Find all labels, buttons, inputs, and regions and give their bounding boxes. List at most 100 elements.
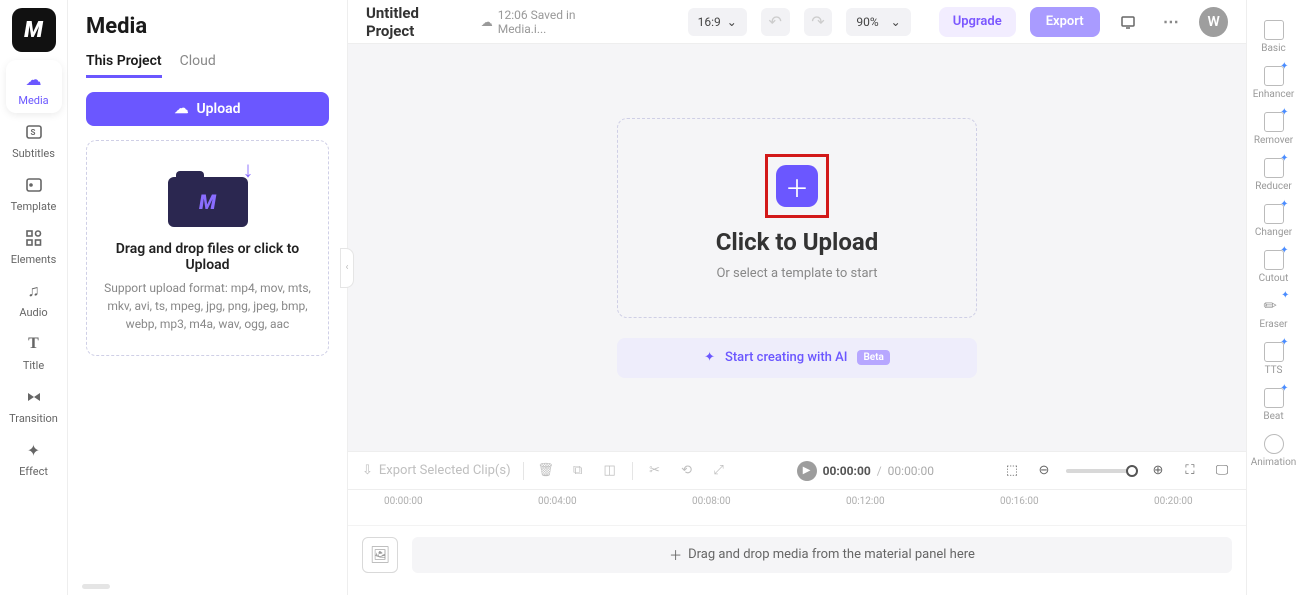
rnav-changer[interactable]: ✦Changer: [1249, 198, 1299, 244]
highlight-box: ＋: [765, 154, 829, 218]
cloud-upload-icon: ☁: [23, 68, 45, 90]
elements-icon: [23, 227, 45, 249]
display-button[interactable]: 🖵: [1212, 461, 1232, 481]
dropzone[interactable]: M↓ Drag and drop files or click to Uploa…: [86, 140, 329, 356]
track-drop-area[interactable]: ＋Drag and drop media from the material p…: [412, 537, 1232, 573]
chevron-down-icon: ⌄: [727, 15, 737, 29]
cloud-upload-icon: ☁: [174, 101, 188, 117]
playback-time: ▶ 00:00:00 / 00:00:00: [797, 461, 934, 481]
timeline-ruler[interactable]: 00:00:00 00:04:00 00:08:00 00:12:00 00:1…: [348, 489, 1246, 525]
zoom-out-button[interactable]: ⊖: [1034, 461, 1054, 481]
rnav-beat[interactable]: ✦Beat: [1249, 382, 1299, 428]
tick: 00:12:00: [846, 496, 885, 507]
nav-effect[interactable]: ✦ Effect: [6, 431, 62, 484]
copy-button[interactable]: ⧉: [568, 461, 588, 481]
aspect-ratio-selector[interactable]: 16:9⌄: [688, 8, 747, 36]
media-tabs: This Project Cloud: [86, 53, 329, 78]
nav-transition[interactable]: Transition: [6, 378, 62, 431]
more-menu[interactable]: ⋯: [1156, 8, 1185, 36]
animation-icon: [1264, 434, 1284, 454]
nav-label: Elements: [11, 253, 57, 266]
audio-icon: ♫: [23, 280, 45, 302]
saved-status: ☁12:06 Saved in Media.i...: [481, 8, 621, 36]
canvas-upload-box[interactable]: ＋ Click to Upload Or select a template t…: [617, 118, 977, 318]
export-clips-button[interactable]: ⇩Export Selected Clip(s): [362, 463, 511, 478]
ai-icon: ✦: [704, 350, 715, 365]
media-panel: Media This Project Cloud ☁ Upload M↓ Dra…: [68, 0, 348, 595]
ai-create-button[interactable]: ✦ Start creating with AI Beta: [617, 338, 977, 378]
upgrade-button[interactable]: Upgrade: [939, 7, 1016, 37]
preview-canvas: ‹ ＋ Click to Upload Or select a template…: [348, 44, 1246, 451]
screen-icon[interactable]: [1114, 8, 1143, 36]
top-toolbar: Untitled Project ☁12:06 Saved in Media.i…: [348, 0, 1246, 44]
zoom-slider[interactable]: [1066, 469, 1136, 473]
panel-heading: Media: [86, 14, 329, 39]
undo-button[interactable]: ↶: [761, 8, 790, 36]
scroll-handle[interactable]: [82, 584, 110, 589]
rnav-cutout[interactable]: ✦Cutout: [1249, 244, 1299, 290]
upload-button[interactable]: ☁ Upload: [86, 92, 329, 126]
tts-icon: ✦: [1264, 342, 1284, 362]
avatar[interactable]: W: [1199, 7, 1228, 37]
svg-text:S: S: [30, 128, 35, 137]
transition-icon: [23, 386, 45, 408]
tick: 00:04:00: [538, 496, 577, 507]
crop-button[interactable]: ◫: [600, 461, 620, 481]
split-button[interactable]: ✂: [645, 461, 665, 481]
tick: 00:16:00: [1000, 496, 1039, 507]
rnav-enhancer[interactable]: ✦Enhancer: [1249, 60, 1299, 106]
folder-icon: M↓: [168, 167, 248, 227]
rnav-reducer[interactable]: ✦Reducer: [1249, 152, 1299, 198]
tool-button[interactable]: ⟲: [677, 461, 697, 481]
nav-media[interactable]: ☁ Media: [6, 60, 62, 113]
chevron-down-icon: ⌄: [891, 15, 901, 29]
drop-title: Drag and drop files or click to Upload: [101, 241, 314, 273]
cloud-icon: ☁: [481, 15, 493, 29]
redo-button[interactable]: ↷: [804, 8, 833, 36]
project-name[interactable]: Untitled Project: [366, 4, 467, 40]
time-current: 00:00:00: [823, 464, 871, 478]
nav-label: Effect: [19, 465, 48, 478]
beat-icon: ✦: [1264, 388, 1284, 408]
rnav-animation[interactable]: Animation: [1249, 428, 1299, 474]
track-thumbnail[interactable]: 🖼: [362, 537, 398, 573]
marker-button[interactable]: ⬚: [1002, 461, 1022, 481]
drop-desc: Support upload format: mp4, mov, mts, mk…: [101, 279, 314, 333]
cutout-icon: ✦: [1264, 250, 1284, 270]
title-icon: T: [23, 333, 45, 355]
zoom-in-button[interactable]: ⊕: [1148, 461, 1168, 481]
nav-label: Title: [23, 359, 44, 372]
delete-button[interactable]: 🗑: [536, 461, 556, 481]
time-total: 00:00:00: [888, 464, 934, 478]
plus-icon: ＋: [669, 545, 682, 564]
basic-icon: [1264, 20, 1284, 40]
enhancer-icon: ✦: [1264, 66, 1284, 86]
subtitle-icon: S: [23, 121, 45, 143]
collapse-panel-button[interactable]: ‹: [340, 248, 354, 288]
export-button[interactable]: Export: [1030, 7, 1100, 37]
add-media-button[interactable]: ＋: [776, 165, 818, 207]
fit-button[interactable]: ⛶: [1180, 461, 1200, 481]
nav-title[interactable]: T Title: [6, 325, 62, 378]
tool-button-2[interactable]: ⤢: [709, 461, 729, 481]
app-logo[interactable]: M: [12, 8, 56, 52]
play-button[interactable]: ▶: [797, 461, 817, 481]
rnav-remover[interactable]: ✦Remover: [1249, 106, 1299, 152]
rnav-tts[interactable]: ✦TTS: [1249, 336, 1299, 382]
upload-subtitle: Or select a template to start: [716, 266, 877, 281]
nav-label: Template: [11, 200, 57, 213]
nav-template[interactable]: Template: [6, 166, 62, 219]
nav-audio[interactable]: ♫Audio: [6, 272, 62, 325]
rnav-basic[interactable]: Basic: [1249, 14, 1299, 60]
effect-icon: ✦: [23, 439, 45, 461]
zoom-selector[interactable]: 90%⌄: [846, 8, 910, 36]
rnav-eraser[interactable]: ✏✦Eraser: [1249, 290, 1299, 336]
tab-cloud[interactable]: Cloud: [180, 53, 216, 78]
tab-this-project[interactable]: This Project: [86, 53, 162, 78]
nav-subtitles[interactable]: SSubtitles: [6, 113, 62, 166]
beta-badge: Beta: [857, 350, 889, 365]
nav-elements[interactable]: Elements: [6, 219, 62, 272]
nav-label: Media: [18, 94, 48, 107]
tick: 00:20:00: [1154, 496, 1193, 507]
video-track: 🖼 ＋Drag and drop media from the material…: [348, 525, 1246, 583]
